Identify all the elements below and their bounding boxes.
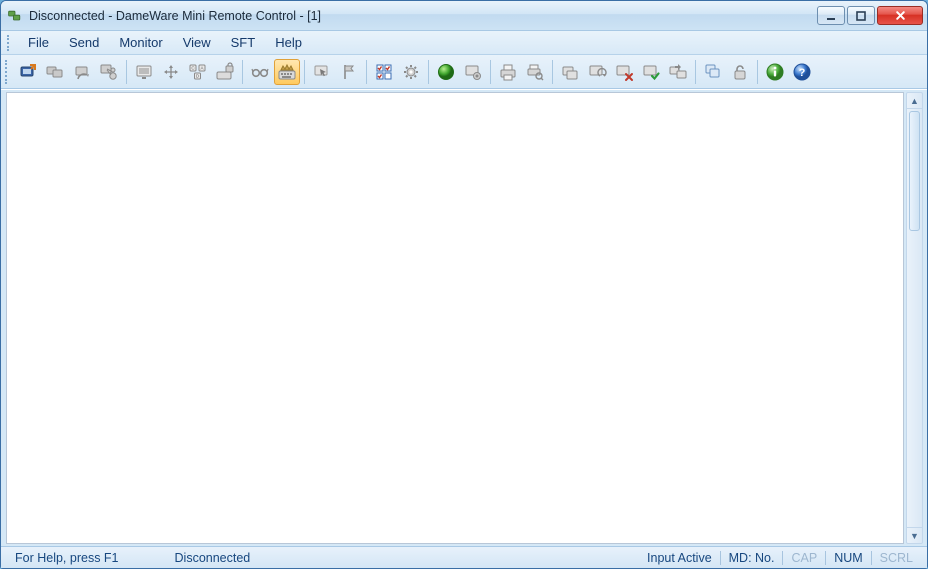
- wake-button[interactable]: [336, 59, 362, 85]
- titlebar[interactable]: Disconnected - DameWare Mini Remote Cont…: [1, 1, 927, 31]
- remote-cursor-button[interactable]: [131, 59, 157, 85]
- svg-text:A: A: [200, 65, 203, 70]
- end-session-button[interactable]: [611, 59, 637, 85]
- status-connection: Disconnected: [167, 551, 259, 565]
- toolbar-separator: [126, 60, 127, 84]
- grid-checks-icon: [374, 62, 394, 82]
- toolbar-separator: [304, 60, 305, 84]
- cascade-button[interactable]: [700, 59, 726, 85]
- close-button[interactable]: [877, 6, 923, 25]
- green-orb-icon: [436, 62, 456, 82]
- window-controls: [817, 6, 923, 25]
- vertical-scrollbar[interactable]: ▲ ▼: [906, 92, 923, 544]
- menu-sft[interactable]: SFT: [221, 33, 266, 52]
- reconnect-button[interactable]: [69, 59, 95, 85]
- keyboard-crown-icon: [277, 62, 297, 82]
- reconnect-icon: [72, 62, 92, 82]
- menubar: File Send Monitor View SFT Help: [1, 31, 927, 55]
- refresh-screen-button[interactable]: [584, 59, 610, 85]
- menu-send[interactable]: Send: [59, 33, 109, 52]
- toolbar-separator: [552, 60, 553, 84]
- transfer-button[interactable]: [665, 59, 691, 85]
- svg-text:?: ?: [799, 67, 806, 79]
- remote-view-canvas[interactable]: [6, 92, 904, 544]
- print-preview-button[interactable]: [522, 59, 548, 85]
- ping-button[interactable]: [433, 59, 459, 85]
- screenshot-button[interactable]: [460, 59, 486, 85]
- share-button[interactable]: [96, 59, 122, 85]
- connect-icon: [18, 62, 38, 82]
- screen-check-icon: [641, 62, 661, 82]
- ctrl-alt-del-icon: C A D: [188, 62, 208, 82]
- gear-icon: [401, 62, 421, 82]
- app-icon: [7, 8, 23, 24]
- print-search-icon: [525, 62, 545, 82]
- app-window: Disconnected - DameWare Mini Remote Cont…: [0, 0, 928, 569]
- toolbar-separator: [428, 60, 429, 84]
- glasses-icon: [250, 62, 270, 82]
- help-icon: ?: [792, 62, 812, 82]
- remote-cursor-icon: [134, 62, 154, 82]
- copy-screen-button[interactable]: [557, 59, 583, 85]
- help-button[interactable]: ?: [789, 59, 815, 85]
- status-scrl: SCRL: [872, 551, 921, 565]
- screen-x-icon: [614, 62, 634, 82]
- status-help-hint: For Help, press F1: [7, 551, 127, 565]
- print-button[interactable]: [495, 59, 521, 85]
- menubar-grip[interactable]: [7, 35, 12, 51]
- share-icon: [99, 62, 119, 82]
- status-md: MD: No.: [721, 551, 783, 565]
- flag-icon: [339, 62, 359, 82]
- toolbar-separator: [757, 60, 758, 84]
- arrange-button[interactable]: [371, 59, 397, 85]
- status-cap: CAP: [783, 551, 825, 565]
- refresh-screen-icon: [587, 62, 607, 82]
- menu-file[interactable]: File: [18, 33, 59, 52]
- statusbar: For Help, press F1 Disconnected Input Ac…: [1, 546, 927, 568]
- toolbar-grip[interactable]: [5, 60, 10, 84]
- menu-view[interactable]: View: [173, 33, 221, 52]
- toolbar: C A D: [1, 55, 927, 89]
- camera-icon: [463, 62, 483, 82]
- copy-screen-icon: [560, 62, 580, 82]
- cascade-icon: [703, 62, 723, 82]
- disconnect-button[interactable]: [42, 59, 68, 85]
- lock-keyboard-button[interactable]: [212, 59, 238, 85]
- lock-keyboard-icon: [215, 62, 235, 82]
- client-area: ▲ ▼: [1, 89, 927, 546]
- status-input: Input Active: [639, 551, 720, 565]
- scroll-down-arrow[interactable]: ▼: [907, 527, 922, 543]
- toolbar-separator: [242, 60, 243, 84]
- about-button[interactable]: [762, 59, 788, 85]
- settings-button[interactable]: [398, 59, 424, 85]
- toolbar-separator: [490, 60, 491, 84]
- fullscreen-button[interactable]: [158, 59, 184, 85]
- unlock-button[interactable]: [727, 59, 753, 85]
- menu-monitor[interactable]: Monitor: [109, 33, 172, 52]
- transfer-icon: [668, 62, 688, 82]
- scroll-up-arrow[interactable]: ▲: [907, 93, 922, 109]
- window-title: Disconnected - DameWare Mini Remote Cont…: [29, 9, 321, 23]
- minimize-button[interactable]: [817, 6, 845, 25]
- remote-pointer-button[interactable]: [309, 59, 335, 85]
- toolbar-separator: [366, 60, 367, 84]
- scroll-thumb[interactable]: [909, 111, 920, 231]
- status-num: NUM: [826, 551, 870, 565]
- pointer-icon: [312, 62, 332, 82]
- view-only-button[interactable]: [247, 59, 273, 85]
- send-cad-button[interactable]: C A D: [185, 59, 211, 85]
- toolbar-separator: [695, 60, 696, 84]
- printer-icon: [498, 62, 518, 82]
- disconnect-icon: [45, 62, 65, 82]
- info-icon: [765, 62, 785, 82]
- connect-button[interactable]: [15, 59, 41, 85]
- maximize-button[interactable]: [847, 6, 875, 25]
- fullscreen-move-icon: [161, 62, 181, 82]
- unlock-icon: [730, 62, 750, 82]
- approve-session-button[interactable]: [638, 59, 664, 85]
- keyboard-mode-button[interactable]: [274, 59, 300, 85]
- menu-help[interactable]: Help: [265, 33, 312, 52]
